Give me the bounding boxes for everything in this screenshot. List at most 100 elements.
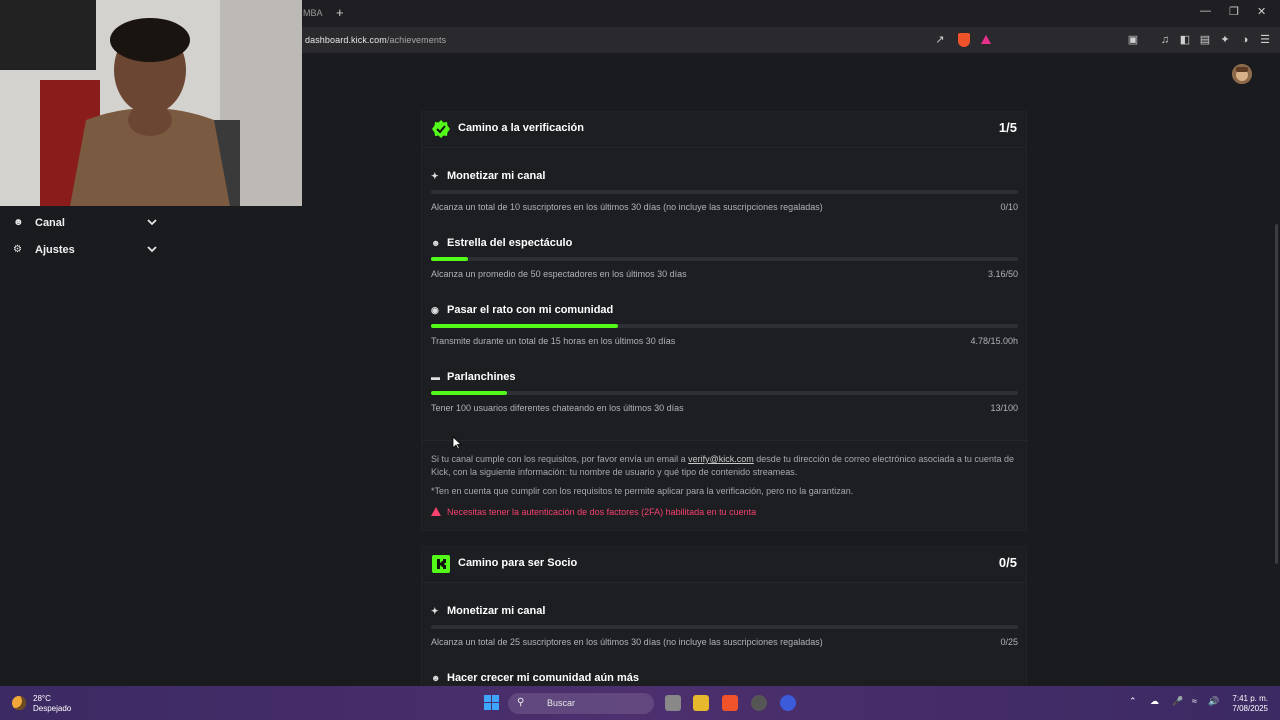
- achievement-title-text: Estrella del espectáculo: [447, 237, 573, 249]
- achievement-description: Alcanza un total de 25 suscriptores en l…: [431, 637, 823, 647]
- progress-fill: [431, 257, 468, 261]
- achievement-progress-value: 0/25: [1000, 637, 1018, 647]
- achievement-description: Alcanza un promedio de 50 espectadores e…: [431, 269, 687, 279]
- achievement-description: Alcanza un total de 10 suscriptores en l…: [431, 202, 823, 212]
- webcam-overlay: [0, 0, 302, 206]
- achievement-title: ◉ Pasar el rato con mi comunidad: [431, 304, 613, 316]
- achievement-progress-value: 4.78/15.00h: [970, 336, 1018, 346]
- scrollbar-thumb[interactable]: [1275, 224, 1278, 564]
- people-icon: ☻: [431, 673, 441, 683]
- card-count: 0/5: [998, 555, 1017, 570]
- achievement-title-text: Hacer crecer mi comunidad aún más: [447, 672, 639, 684]
- progress-fill: [431, 324, 619, 328]
- taskbar: 28°C Despejado ⚲ Buscar ⌃ ☁ 🎤 ≈ 🔊 7:41 p.…: [0, 686, 1280, 720]
- card-title: Camino para ser Socio: [458, 557, 578, 569]
- new-tab-button[interactable]: +: [336, 5, 344, 20]
- restore-icon[interactable]: ❐: [1229, 5, 1239, 18]
- achievement-title: ☻ Hacer crecer mi comunidad aún más: [431, 672, 639, 684]
- progress-bar: [431, 257, 1018, 261]
- windows-start-icon[interactable]: [484, 695, 499, 710]
- sidebar-item-ajustes[interactable]: ⚙ Ajustes: [0, 239, 172, 263]
- music-icon[interactable]: ♫: [1158, 33, 1172, 47]
- avatar[interactable]: [1232, 64, 1252, 84]
- achievement-description: Transmite durante un total de 15 horas e…: [431, 336, 676, 346]
- achievement-title: ☻ Estrella del espectáculo: [431, 237, 572, 249]
- people-icon: ☻: [13, 217, 24, 228]
- url-host: dashboard.kick.com: [305, 35, 387, 45]
- progress-fill: [431, 391, 508, 395]
- people-icon: ☻: [431, 238, 441, 248]
- taskbar-search[interactable]: ⚲ Buscar: [508, 693, 654, 714]
- menu-icon[interactable]: ☰: [1258, 33, 1272, 47]
- note-text: Si tu canal cumple con los requisitos, p…: [431, 454, 689, 464]
- card-count: 1/5: [998, 120, 1017, 135]
- warning-icon: [431, 507, 441, 516]
- brave-shield-icon[interactable]: [958, 33, 970, 47]
- sparkle-icon: ✦: [431, 606, 439, 616]
- chevron-down-icon: [147, 246, 157, 253]
- tab-title-fragment[interactable]: MBA: [303, 8, 323, 18]
- kick-logo-icon: [432, 555, 450, 573]
- clock-date: 7/08/2025: [1232, 704, 1268, 713]
- minimize-icon[interactable]: —: [1200, 5, 1211, 17]
- brave-browser-icon[interactable]: [722, 695, 738, 711]
- progress-bar: [431, 190, 1018, 194]
- url-field[interactable]: dashboard.kick.com/achievements: [305, 35, 446, 45]
- sparkle-icon: ✦: [431, 171, 439, 181]
- verification-card: Camino a la verificación 1/5 ✦ Monetizar …: [421, 111, 1028, 531]
- disclaimer-text: *Ten en cuenta que cumplir con los requi…: [431, 486, 854, 496]
- achievement-title-text: Parlanchines: [447, 371, 516, 383]
- leo-ai-icon[interactable]: ✦: [1218, 33, 1232, 47]
- sidebar-item-label: Ajustes: [35, 244, 75, 256]
- brave-rewards-icon[interactable]: [981, 35, 991, 44]
- weather-temp: 28°C: [33, 694, 51, 703]
- sidebar-toggle-icon[interactable]: ◧: [1178, 33, 1192, 47]
- card-title: Camino a la verificación: [458, 122, 584, 134]
- progress-bar: [431, 324, 1018, 328]
- achievement-progress-value: 3.16/50: [987, 269, 1018, 279]
- broadcast-icon: ◉: [431, 305, 439, 315]
- achievement-progress-value: 13/100: [990, 403, 1018, 413]
- microphone-icon[interactable]: 🎤: [1172, 696, 1183, 707]
- sidebar-item-label: Canal: [35, 217, 65, 229]
- achievement-title-text: Monetizar mi canal: [447, 605, 546, 617]
- sidebar: ☻ Canal ⚙ Ajustes: [0, 206, 172, 686]
- chat-icon: ▬: [431, 372, 440, 382]
- taskbar-clock[interactable]: 7:41 p. m. 7/08/2025: [1228, 694, 1268, 714]
- file-explorer-icon[interactable]: [693, 695, 709, 711]
- card-header: Camino a la verificación 1/5: [422, 112, 1026, 148]
- achievement-title: ▬ Parlanchines: [431, 371, 515, 383]
- partner-card: Camino para ser Socio 0/5 ✦ Monetizar mi …: [421, 546, 1027, 686]
- search-placeholder: Buscar: [547, 698, 576, 708]
- network-status-icon[interactable]: ☁: [1150, 696, 1159, 707]
- search-icon: ⚲: [517, 697, 525, 708]
- card-header: Camino para ser Socio 0/5: [422, 547, 1026, 583]
- verification-instructions: Si tu canal cumple con los requisitos, p…: [431, 453, 1021, 479]
- weather-condition: Despejado: [33, 704, 72, 713]
- verified-badge-icon: [432, 120, 450, 138]
- close-icon[interactable]: ✕: [1257, 5, 1266, 18]
- clock-time: 7:41 p. m.: [1232, 694, 1268, 703]
- achievement-progress-value: 0/10: [1000, 202, 1018, 212]
- volume-icon[interactable]: 🔊: [1208, 696, 1219, 707]
- vpn-icon[interactable]: ◑: [1238, 33, 1252, 47]
- reader-icon[interactable]: ▣: [1126, 33, 1140, 47]
- achievement-title-text: Monetizar mi canal: [447, 170, 546, 182]
- url-path: /achievements: [386, 35, 447, 45]
- chevron-up-icon[interactable]: ⌃: [1129, 696, 1137, 707]
- share-icon[interactable]: ↗: [933, 33, 947, 47]
- app-icon[interactable]: [780, 695, 796, 711]
- warning-text: Necesitas tener la autenticación de dos …: [447, 507, 757, 517]
- page-scrollbar[interactable]: [1273, 54, 1280, 686]
- progress-bar: [431, 625, 1018, 629]
- achievement-title: ✦ Monetizar mi canal: [431, 170, 545, 182]
- weather-widget[interactable]: 28°C Despejado: [33, 694, 71, 714]
- achievement-title: ✦ Monetizar mi canal: [431, 605, 545, 617]
- task-view-icon[interactable]: [665, 695, 681, 711]
- wifi-icon[interactable]: ≈: [1192, 696, 1197, 706]
- obs-icon[interactable]: [751, 695, 767, 711]
- sidebar-item-canal[interactable]: ☻ Canal: [0, 212, 172, 236]
- email-link[interactable]: verify@kick.com: [688, 454, 754, 464]
- achievement-description: Tener 100 usuarios diferentes chateando …: [431, 403, 684, 413]
- wallet-icon[interactable]: ▤: [1198, 33, 1212, 47]
